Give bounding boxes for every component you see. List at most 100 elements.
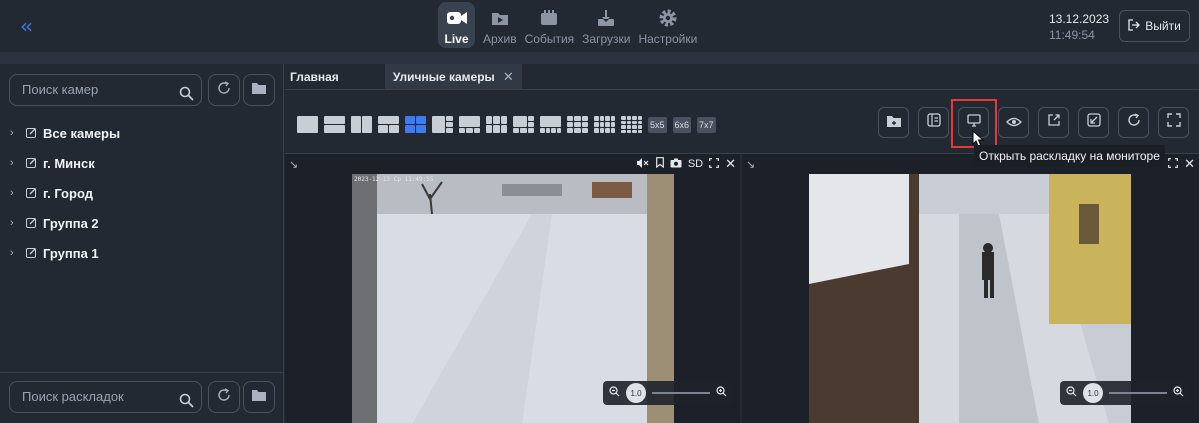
tree-item-all-cameras[interactable]: › Все камеры: [10, 118, 120, 148]
close-icon[interactable]: ✕: [1184, 156, 1195, 172]
view-button[interactable]: [998, 107, 1029, 138]
tab-label: Главная: [290, 69, 339, 84]
nav-item-settings[interactable]: Настройки: [638, 2, 697, 48]
video-camera-icon: [446, 7, 467, 29]
layout-search-input[interactable]: Поиск раскладок: [9, 381, 202, 413]
grid-2x2-icon[interactable]: [405, 116, 426, 133]
expand-corner-icon[interactable]: ↘: [289, 158, 298, 171]
folder-icon: [252, 81, 266, 99]
tab-street-cameras[interactable]: Уличные камеры ✕: [384, 64, 522, 89]
close-icon[interactable]: ✕: [503, 69, 514, 85]
zoom-out-icon[interactable]: [1066, 386, 1077, 400]
zoom-slider-track[interactable]: [652, 392, 710, 394]
tree-item-group-2[interactable]: › Группа 2: [10, 208, 120, 238]
current-time: 11:49:54: [1049, 28, 1095, 42]
gear-icon: [658, 7, 678, 29]
grid-1-plus-3-icon[interactable]: [432, 116, 453, 133]
layout-tabs: Главная Уличные камеры ✕: [285, 64, 1199, 89]
zoom-in-icon[interactable]: [1173, 386, 1184, 400]
video-grid: ↘ SD ✕ 2023-12-13 Ср 11:49:55 1.0 ↘ ✕ 1.…: [285, 153, 1199, 423]
chevron-right-icon[interactable]: ›: [10, 217, 20, 229]
nav-item-label: Настройки: [638, 32, 698, 46]
camera-tile[interactable]: ↘ SD ✕ 2023-12-13 Ср 11:49:55 1.0: [285, 154, 740, 423]
fullscreen-icon: [1166, 113, 1181, 132]
folder-icon: [252, 388, 266, 406]
tree-item-city[interactable]: › г. Город: [10, 178, 120, 208]
folder-open-icon: [886, 114, 901, 132]
tree-item-group-1[interactable]: › Группа 1: [10, 238, 120, 268]
grid-2-cols-icon[interactable]: [351, 116, 372, 133]
grid-1-plus-5-icon[interactable]: [513, 116, 534, 133]
fullscreen-button[interactable]: [1158, 107, 1189, 138]
expand-corner-icon[interactable]: ↘: [746, 158, 755, 171]
collapse-sidebar-icon[interactable]: ‹‹: [12, 13, 38, 39]
layout-folder-button[interactable]: [243, 381, 275, 413]
zoom-out-icon[interactable]: [609, 386, 620, 400]
grid-5x5-option[interactable]: 5x5: [648, 116, 667, 133]
camera-tree: › Все камеры › г. Минск › г. Город › Гру…: [10, 118, 120, 268]
nav-item-label: Live: [444, 32, 469, 46]
refresh-cameras-button[interactable]: [208, 74, 240, 106]
grid-1-plus-2-icon[interactable]: [378, 116, 399, 133]
chevron-right-icon[interactable]: ›: [10, 187, 20, 199]
layout-toolbar: 5x5 6x6 7x7: [285, 89, 1199, 153]
fullscreen-icon[interactable]: [1168, 157, 1178, 171]
chevron-right-icon[interactable]: ›: [10, 127, 20, 139]
zoom-slider-track[interactable]: [1109, 392, 1167, 394]
refresh-layout-button[interactable]: [1118, 107, 1149, 138]
folder-button[interactable]: [243, 74, 275, 106]
refresh-layouts-button[interactable]: [208, 381, 240, 413]
grid-7x7-option[interactable]: 7x7: [697, 116, 716, 133]
grid-2x3-icon[interactable]: [486, 116, 507, 133]
minimize-icon: [1086, 113, 1101, 132]
grid-1-plus-4-icon[interactable]: [540, 116, 561, 133]
grid-3x3-icon[interactable]: [567, 116, 588, 133]
share-button[interactable]: [1038, 107, 1069, 138]
nav-item-events[interactable]: События: [525, 2, 574, 48]
layout-list-icon: [926, 113, 941, 132]
edit-icon: [26, 216, 37, 231]
chevron-right-icon[interactable]: ›: [10, 157, 20, 169]
nav-item-label: Архив: [483, 32, 517, 46]
mute-icon[interactable]: [636, 157, 650, 171]
tile-tools: SD ✕: [636, 156, 736, 172]
bookmark-icon[interactable]: [655, 157, 664, 171]
tree-item-label: г. Минск: [43, 155, 95, 171]
zoom-slider-knob[interactable]: 1.0: [626, 383, 646, 403]
grid-6x6-option[interactable]: 6x6: [672, 116, 692, 133]
quality-label[interactable]: SD: [688, 158, 703, 170]
zoom-slider-knob[interactable]: 1.0: [1083, 383, 1103, 403]
fullscreen-icon[interactable]: [709, 157, 719, 171]
grid-3x4-icon[interactable]: [594, 116, 615, 133]
refresh-icon: [217, 387, 231, 407]
grid-2-rows-icon[interactable]: [324, 116, 345, 133]
main-area: Главная Уличные камеры ✕ 5x5 6x6 7x7 Отк…: [285, 64, 1199, 423]
camera-tile[interactable]: ↘ ✕ 1.0: [742, 154, 1199, 423]
snapshot-icon[interactable]: [670, 158, 682, 171]
grid-1x1-icon[interactable]: [297, 116, 318, 133]
grid-1-plus-3b-icon[interactable]: [459, 116, 480, 133]
tile-header: ↘ SD ✕: [285, 154, 740, 174]
edit-icon: [26, 186, 37, 201]
grid-4x4-icon[interactable]: [621, 116, 642, 133]
eye-icon: [1005, 114, 1022, 132]
camera-search-input[interactable]: Поиск камер: [9, 74, 202, 106]
close-icon[interactable]: ✕: [725, 156, 736, 172]
tree-item-label: г. Город: [43, 185, 93, 201]
archive-play-icon: [491, 7, 509, 29]
tab-main[interactable]: Главная: [285, 64, 345, 89]
refresh-icon: [1127, 113, 1141, 132]
nav-item-live[interactable]: Live: [438, 2, 475, 48]
tree-item-minsk[interactable]: › г. Минск: [10, 148, 120, 178]
exit-button[interactable]: Выйти: [1119, 10, 1190, 42]
nav-item-archive[interactable]: Архив: [483, 2, 517, 48]
edit-icon: [26, 126, 37, 141]
open-folder-button[interactable]: [878, 107, 909, 138]
zoom-in-icon[interactable]: [716, 386, 727, 400]
tree-item-label: Все камеры: [43, 125, 121, 141]
chevron-right-icon[interactable]: ›: [10, 247, 20, 259]
tree-item-label: Группа 1: [43, 245, 99, 261]
exit-fullscreen-button[interactable]: [1078, 107, 1109, 138]
layout-list-button[interactable]: [918, 107, 949, 138]
nav-item-downloads[interactable]: Загрузки: [582, 2, 630, 48]
